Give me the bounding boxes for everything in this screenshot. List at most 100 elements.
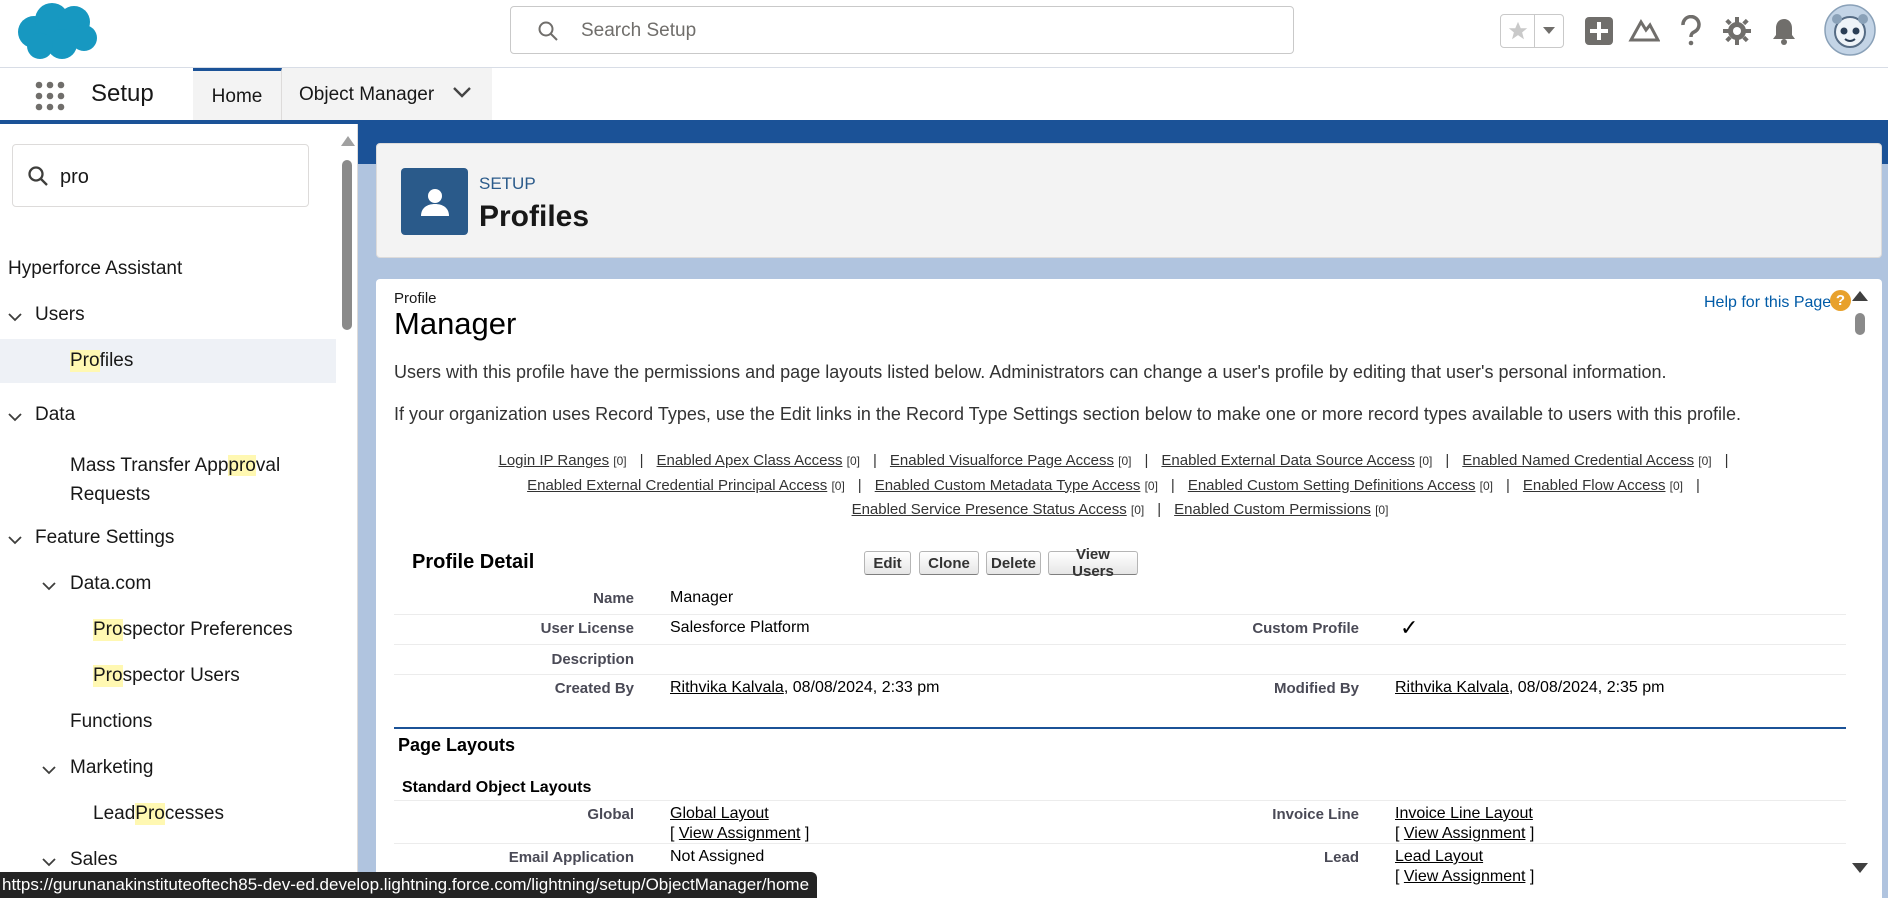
- link-enabled-flow-access[interactable]: Enabled Flow Access: [1523, 477, 1666, 494]
- tree-item-profiles[interactable]: Pro files: [0, 339, 336, 383]
- view-assignment-invoice-line: [ View Assignment ]: [1395, 825, 1535, 842]
- content-scroll-up-icon[interactable]: [1852, 291, 1868, 301]
- tree-item-label: files: [99, 350, 134, 371]
- link-count: [0]: [1479, 478, 1493, 493]
- global-actions-plus-icon[interactable]: [1582, 14, 1616, 48]
- favorites-group: [1500, 14, 1564, 48]
- layout-label-lead: Lead: [1323, 849, 1359, 866]
- tree-item-prospector-users[interactable]: Pro spector Users: [93, 654, 240, 698]
- search-icon: [28, 166, 48, 186]
- match-highlight: Pro: [93, 665, 123, 687]
- created-date: , 08/08/2024, 2:33 pm: [783, 679, 940, 696]
- tab-home[interactable]: Home: [193, 68, 282, 122]
- setup-gear-icon[interactable]: [1720, 14, 1754, 48]
- match-highlight: Pro: [70, 350, 100, 372]
- content-scrollbar-thumb[interactable]: [1855, 313, 1865, 335]
- tree-item-hyperforce-assistant[interactable]: Hyperforce Assistant: [8, 247, 182, 291]
- trailhead-guidance-icon[interactable]: [1627, 14, 1661, 48]
- profile-description-1: Users with this profile have the permiss…: [394, 362, 1667, 382]
- profile-description-2: If your organization uses Record Types, …: [394, 404, 1742, 424]
- tree-item-label: cesses: [164, 803, 224, 824]
- tree-item-label: val: [255, 455, 281, 476]
- layout-row-global: Global Global Layout [ View Assignment ]…: [394, 800, 1846, 844]
- help-question-icon[interactable]: ?: [1830, 290, 1851, 311]
- link-enabled-custom-metadata-type-access[interactable]: Enabled Custom Metadata Type Access: [875, 477, 1141, 494]
- app-launcher-waffle-icon[interactable]: [34, 80, 66, 112]
- separator: |: [1724, 452, 1729, 469]
- tree-item-label: Functions: [70, 711, 153, 732]
- link-login-ip-ranges[interactable]: Login IP Ranges: [498, 452, 609, 469]
- chevron-down-icon[interactable]: [452, 86, 472, 100]
- layout-value-global: Global Layout: [670, 805, 769, 823]
- tree-item-data-com[interactable]: Data.com: [70, 562, 151, 606]
- link-count: [0]: [831, 478, 845, 493]
- lead-layout-link[interactable]: Lead Layout: [1395, 848, 1483, 865]
- tree-item-feature-settings[interactable]: Feature Settings: [35, 516, 174, 560]
- chevron-down-icon[interactable]: [7, 309, 23, 325]
- browser-status-url: https://gurunanakinstituteoftech85-dev-e…: [0, 872, 818, 898]
- separator: |: [639, 452, 644, 469]
- field-label-modified-by: Modified By: [1274, 680, 1359, 697]
- link-enabled-external-data-source-access[interactable]: Enabled External Data Source Access: [1161, 452, 1414, 469]
- delete-button[interactable]: Delete: [986, 551, 1041, 575]
- breadcrumb-setup: SETUP: [479, 174, 536, 193]
- tab-object-manager-label: Object Manager: [299, 84, 435, 105]
- link-count: [0]: [1130, 503, 1145, 517]
- chevron-down-icon[interactable]: [41, 578, 57, 594]
- view-assignment-link[interactable]: View Assignment: [1404, 825, 1526, 842]
- link-enabled-visualforce-page-access[interactable]: Enabled Visualforce Page Access: [890, 452, 1114, 469]
- user-avatar[interactable]: [1824, 4, 1876, 56]
- invoice-line-layout-link[interactable]: Invoice Line Layout: [1395, 805, 1533, 822]
- tree-item-lead-processes[interactable]: Lead Pro cesses: [93, 792, 224, 836]
- view-assignment-link[interactable]: View Assignment: [679, 825, 801, 842]
- view-assignment-link[interactable]: View Assignment: [1404, 868, 1526, 885]
- global-layout-link[interactable]: Global Layout: [670, 805, 769, 822]
- link-enabled-named-credential-access[interactable]: Enabled Named Credential Access: [1462, 452, 1694, 469]
- link-enabled-apex-class-access[interactable]: Enabled Apex Class Access: [657, 452, 843, 469]
- layout-value-invoice-line: Invoice Line Layout: [1395, 805, 1533, 823]
- favorites-star-icon[interactable]: [1501, 15, 1535, 47]
- chevron-down-icon[interactable]: [41, 762, 57, 778]
- tree-item-functions[interactable]: Functions: [70, 700, 152, 744]
- search-input[interactable]: [581, 17, 1261, 45]
- related-links-line-3: Enabled Service Presence Status Access […: [394, 498, 1846, 523]
- notifications-bell-icon[interactable]: [1767, 14, 1801, 48]
- tree-item-users[interactable]: Users: [35, 293, 85, 337]
- quick-find-box[interactable]: [12, 144, 309, 207]
- separator: |: [1157, 501, 1162, 518]
- chevron-down-icon[interactable]: [7, 532, 23, 548]
- favorites-list-chevron-down-icon[interactable]: [1535, 15, 1563, 47]
- field-value-created-by: Rithvika Kalvala, 08/08/2024, 2:33 pm: [670, 679, 940, 697]
- clone-button[interactable]: Clone: [919, 551, 979, 575]
- page-header-card: SETUP Profiles: [376, 143, 1882, 258]
- sidebar-scrollbar-thumb[interactable]: [342, 160, 352, 330]
- chevron-down-icon[interactable]: [7, 409, 23, 425]
- match-highlight: Pro: [93, 619, 123, 641]
- field-value-name: Manager: [670, 589, 734, 606]
- tree-item-prospector-preferences[interactable]: Pro spector Preferences: [93, 608, 293, 652]
- link-enabled-service-presence-status-access[interactable]: Enabled Service Presence Status Access: [852, 501, 1127, 518]
- view-assignment-global: [ View Assignment ]: [670, 825, 810, 842]
- sidebar-scroll-up-icon[interactable]: [341, 136, 355, 146]
- link-enabled-custom-setting-definitions-access[interactable]: Enabled Custom Setting Definitions Acces…: [1188, 477, 1476, 494]
- tab-object-manager[interactable]: Object Manager: [282, 68, 492, 122]
- created-by-user-link[interactable]: Rithvika Kalvala: [670, 679, 784, 696]
- search-setup-box[interactable]: [510, 6, 1294, 54]
- view-users-button[interactable]: View Users: [1048, 546, 1138, 580]
- link-enabled-external-credential-principal-access[interactable]: Enabled External Credential Principal Ac…: [527, 477, 827, 494]
- link-enabled-custom-permissions[interactable]: Enabled Custom Permissions: [1174, 501, 1371, 518]
- help-for-this-page-link[interactable]: Help for this Page: [1704, 294, 1831, 312]
- tree-item-data[interactable]: Data: [35, 393, 75, 437]
- link-count: [0]: [1419, 454, 1433, 468]
- edit-button[interactable]: Edit: [864, 551, 911, 575]
- chevron-down-icon[interactable]: [41, 854, 57, 870]
- tree-item-mass-transfer-approval-requests[interactable]: Mass Transfer Appproval Requests: [70, 439, 280, 505]
- salesforce-logo[interactable]: [12, 2, 102, 62]
- quick-find-input[interactable]: [60, 163, 290, 191]
- detail-row-created-modified: Created By Rithvika Kalvala, 08/08/2024,…: [394, 675, 1846, 705]
- tree-item-marketing[interactable]: Marketing: [70, 746, 153, 790]
- related-list-links: Login IP Ranges [0] | Enabled Apex Class A…: [394, 449, 1846, 523]
- modified-by-user-link[interactable]: Rithvika Kalvala: [1395, 679, 1509, 696]
- help-question-icon[interactable]: [1674, 14, 1708, 48]
- content-scroll-down-icon[interactable]: [1852, 863, 1868, 873]
